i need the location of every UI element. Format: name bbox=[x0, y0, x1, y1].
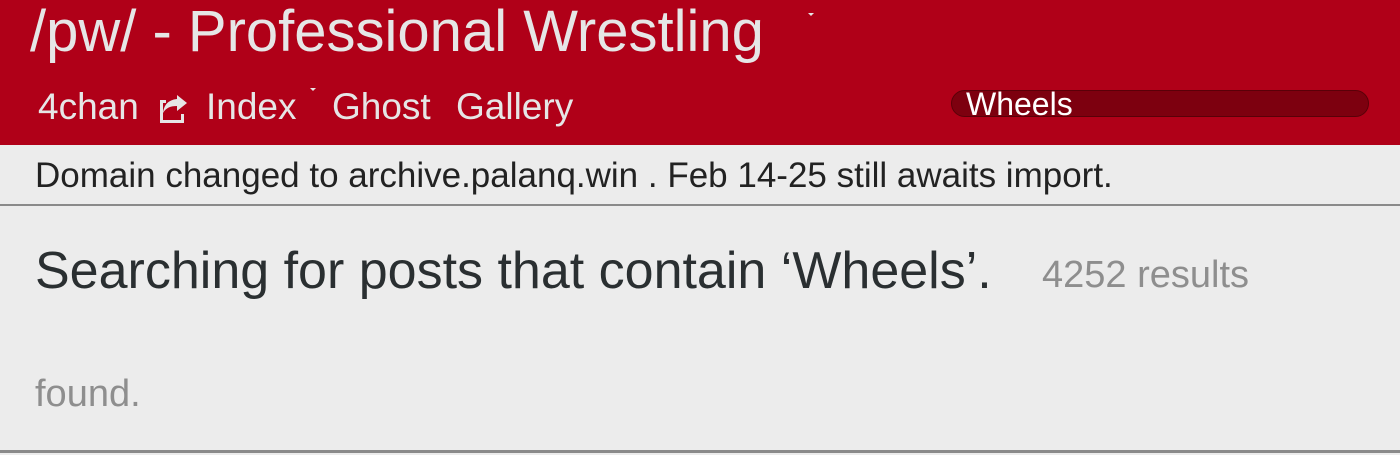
nav-ghost-link[interactable]: Ghost bbox=[332, 84, 431, 130]
nav-4chan-link[interactable]: 4chan bbox=[38, 84, 139, 130]
nav-index-link[interactable]: Index bbox=[206, 84, 297, 130]
external-link-icon[interactable] bbox=[155, 90, 191, 124]
result-count: 4252 results bbox=[1042, 254, 1250, 296]
site-notice-text: Domain changed to archive.palanq.win . F… bbox=[35, 156, 1113, 195]
result-count-suffix: found. bbox=[35, 373, 141, 415]
search-input-value: Wheels bbox=[966, 86, 1073, 122]
site-notice: Domain changed to archive.palanq.win . F… bbox=[0, 145, 1400, 206]
nav-gallery-link[interactable]: Gallery bbox=[456, 84, 573, 130]
search-input[interactable]: Wheels bbox=[951, 87, 1369, 121]
divider bbox=[0, 450, 1400, 453]
board-header: /pw/ - Professional Wrestling 4chan Inde… bbox=[0, 0, 1400, 145]
board-menu-caret-icon[interactable] bbox=[808, 13, 814, 16]
index-menu-caret-icon[interactable] bbox=[310, 88, 316, 91]
board-title[interactable]: /pw/ - Professional Wrestling bbox=[30, 0, 764, 64]
search-heading: Searching for posts that contain ‘Wheels… bbox=[35, 242, 992, 300]
